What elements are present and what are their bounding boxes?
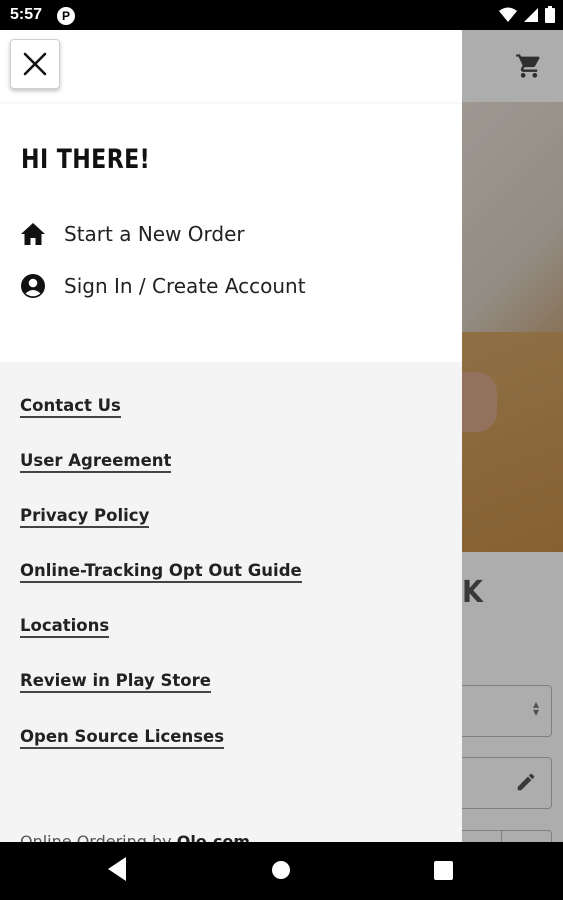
start-new-order-label: Start a New Order — [64, 222, 245, 246]
status-bar: 5:57 P — [0, 0, 563, 30]
footer-prefix: Online Ordering by — [20, 832, 172, 842]
close-button[interactable] — [10, 39, 60, 89]
wifi-icon — [499, 7, 517, 22]
status-icons — [499, 6, 555, 23]
sign-in-label: Sign In / Create Account — [64, 274, 306, 298]
battery-icon — [545, 6, 555, 23]
link-locations[interactable]: Locations — [20, 616, 110, 638]
link-user-agreement[interactable]: User Agreement — [20, 451, 172, 473]
close-icon — [23, 52, 47, 76]
link-tracking-opt-out[interactable]: Online-Tracking Opt Out Guide — [20, 561, 302, 583]
drawer-header — [0, 30, 462, 102]
system-nav-bar — [0, 842, 563, 900]
recents-icon[interactable] — [434, 861, 453, 880]
links-section: Contact Us User Agreement Privacy Policy… — [0, 362, 462, 842]
start-new-order-item[interactable]: Start a New Order — [20, 221, 245, 247]
footer-brand[interactable]: Olo.com — [177, 832, 250, 842]
link-contact-us[interactable]: Contact Us — [20, 396, 121, 418]
link-open-source-licenses[interactable]: Open Source Licenses — [20, 727, 225, 749]
home-icon — [20, 221, 46, 247]
signal-icon — [524, 7, 538, 22]
link-review-play-store[interactable]: Review in Play Store — [20, 671, 211, 693]
status-time: 5:57 — [10, 6, 43, 23]
link-privacy-policy[interactable]: Privacy Policy — [20, 506, 150, 528]
footer-credit: Online Ordering by Olo.com — [20, 832, 250, 842]
account-circle-icon — [20, 273, 46, 299]
sign-in-item[interactable]: Sign In / Create Account — [20, 273, 306, 299]
app-notification-icon: P — [57, 7, 75, 25]
navigation-drawer: HI THERE! Start a New Order Sign In / Cr… — [0, 30, 462, 842]
back-icon[interactable] — [106, 856, 128, 882]
greeting-heading: HI THERE! — [21, 144, 151, 175]
home-nav-icon[interactable] — [271, 860, 291, 880]
